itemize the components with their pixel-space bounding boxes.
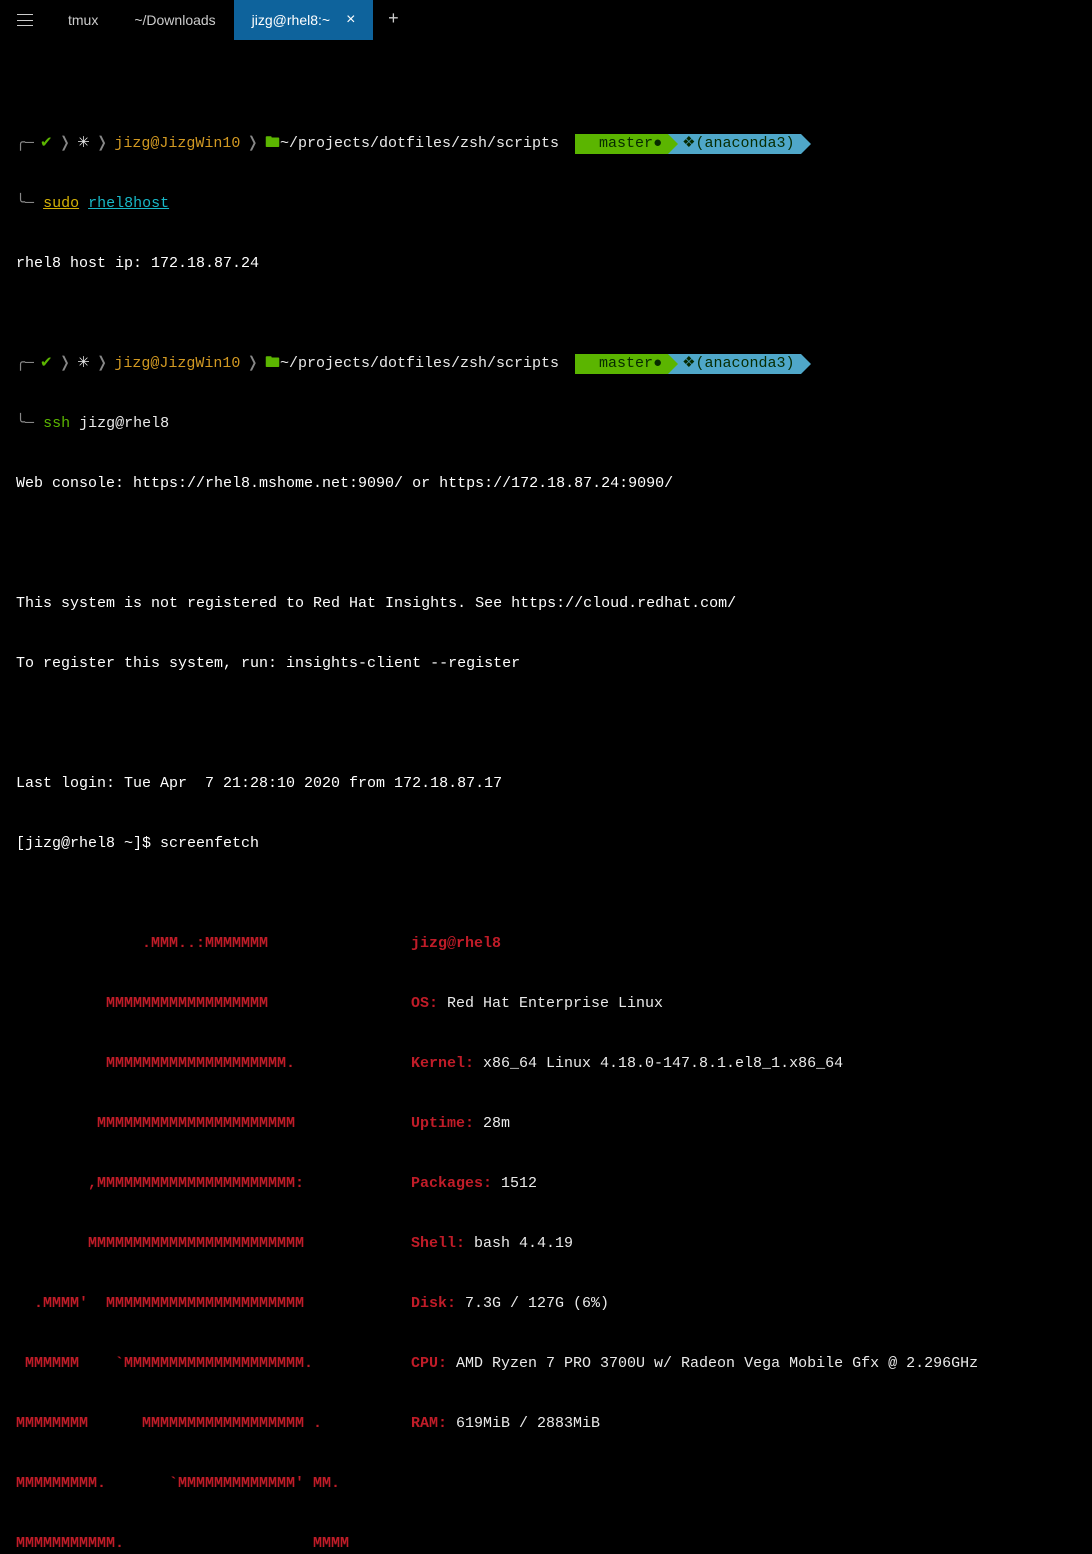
- conda-env: (anaconda3): [696, 354, 795, 374]
- check-icon: ✔: [40, 354, 53, 374]
- ascii-line: MMMMMMMMM. `MMMMMMMMMMMMM' MM.: [16, 1474, 411, 1494]
- sf-val: AMD Ryzen 7 PRO 3700U w/ Radeon Vega Mob…: [456, 1355, 978, 1372]
- sf-row: MMMMMM `MMMMMMMMMMMMMMMMMMMM.CPU: AMD Ry…: [16, 1354, 1076, 1374]
- ascii-line: MMMMMMMMMMM. MMMM: [16, 1534, 411, 1554]
- new-tab-button[interactable]: +: [373, 0, 413, 40]
- check-icon: ✔: [40, 134, 53, 154]
- sf-row: .MMM..:MMMMMMMjizg@rhel8: [16, 934, 1076, 954]
- titlebar: tmux ~/Downloads jizg@rhel8:~ × +: [0, 0, 1092, 40]
- sf-val: bash 4.4.19: [474, 1235, 573, 1252]
- git-status-icon: ●: [653, 134, 662, 154]
- prompt-path: ~/projects/dotfiles/zsh/scripts: [280, 354, 559, 374]
- tab-label: jizg@rhel8:~: [252, 12, 330, 28]
- sf-label: Shell:: [411, 1235, 474, 1252]
- cmd-screenfetch: screenfetch: [160, 835, 259, 852]
- sf-at: @: [447, 935, 456, 952]
- sf-row: MMMMMMMMMMMMMMMMMMMMMMMMShell: bash 4.4.…: [16, 1234, 1076, 1254]
- prompt-user: jizg@JizgWin10: [114, 134, 240, 154]
- sf-label: Packages:: [411, 1175, 501, 1192]
- tab-label: ~/Downloads: [134, 12, 215, 28]
- ascii-line: MMMMMMMMMMMMMMMMMM: [16, 994, 411, 1014]
- git-branch: master: [599, 134, 653, 154]
- segment-arrow: [801, 134, 811, 154]
- sf-row: MMMMMMMMMMMMMMMMMMMMMMUptime: 28m: [16, 1114, 1076, 1134]
- segment-arrow: [668, 354, 678, 374]
- ascii-line: ,MMMMMMMMMMMMMMMMMMMMMM:: [16, 1174, 411, 1194]
- sf-label: RAM:: [411, 1415, 456, 1432]
- segment-arrow: [801, 354, 811, 374]
- close-icon[interactable]: ×: [346, 12, 355, 28]
- git-icon: [581, 354, 599, 374]
- ascii-line: MMMMMM `MMMMMMMMMMMMMMMMMMMM.: [16, 1354, 411, 1374]
- terminal-content[interactable]: ╭─ ✔ ❭ ✳ ❭ jizg@JizgWin10 ❭ 🖿 ~/projects…: [0, 40, 1092, 1554]
- blank-line: [16, 534, 1076, 554]
- sf-row: ,MMMMMMMMMMMMMMMMMMMMMM:Packages: 1512: [16, 1174, 1076, 1194]
- cmd-arg: rhel8host: [88, 195, 169, 212]
- sf-row: MMMMMMMM MMMMMMMMMMMMMMMMMM .RAM: 619MiB…: [16, 1414, 1076, 1434]
- output-line: To register this system, run: insights-c…: [16, 654, 1076, 674]
- tab-downloads[interactable]: ~/Downloads: [116, 0, 233, 40]
- fan-icon: ✳: [77, 134, 90, 154]
- sf-user: jizg: [411, 935, 447, 952]
- sf-val: 28m: [483, 1115, 510, 1132]
- command-line: ╰─ ssh jizg@rhel8: [16, 414, 1076, 434]
- sf-row: .MMMM' MMMMMMMMMMMMMMMMMMMMMMDisk: 7.3G …: [16, 1294, 1076, 1314]
- tab-tmux[interactable]: tmux: [50, 0, 116, 40]
- output-line: Web console: https://rhel8.mshome.net:90…: [16, 474, 1076, 494]
- git-icon: [581, 134, 599, 154]
- sf-label: Disk:: [411, 1295, 465, 1312]
- cmd-arg: jizg@rhel8: [79, 415, 169, 432]
- sf-row: MMMMMMMMMMMMMMMMMMMM.Kernel: x86_64 Linu…: [16, 1054, 1076, 1074]
- cmd-sudo: sudo: [43, 195, 79, 212]
- sf-label: OS:: [411, 995, 447, 1012]
- output-line: Last login: Tue Apr 7 21:28:10 2020 from…: [16, 774, 1076, 794]
- ascii-line: MMMMMMMMMMMMMMMMMMMMMM: [16, 1114, 411, 1134]
- python-icon: ❖: [682, 134, 695, 154]
- ascii-line: MMMMMMMMMMMMMMMMMMMM.: [16, 1054, 411, 1074]
- folder-icon: 🖿: [265, 354, 280, 374]
- prompt-user: jizg@JizgWin10: [114, 354, 240, 374]
- sf-val: 619MiB / 2883MiB: [456, 1415, 600, 1432]
- ascii-line: MMMMMMMMMMMMMMMMMMMMMMMM: [16, 1234, 411, 1254]
- command-line: [jizg@rhel8 ~]$ screenfetch: [16, 834, 1076, 854]
- tab-ssh[interactable]: jizg@rhel8:~ ×: [234, 0, 374, 40]
- prompt-path: ~/projects/dotfiles/zsh/scripts: [280, 134, 559, 154]
- blank-line: [16, 714, 1076, 734]
- sf-row: MMMMMMMMMMMMMMMMMMOS: Red Hat Enterprise…: [16, 994, 1076, 1014]
- sf-val: 7.3G / 127G (6%): [465, 1295, 609, 1312]
- sf-val: 1512: [501, 1175, 537, 1192]
- command-line: ╰─ sudo rhel8host: [16, 194, 1076, 214]
- segment-arrow: [565, 134, 575, 154]
- folder-icon: 🖿: [265, 134, 280, 154]
- sf-val: x86_64 Linux 4.18.0-147.8.1.el8_1.x86_64: [483, 1055, 843, 1072]
- sf-label: Kernel:: [411, 1055, 483, 1072]
- segment-arrow: [565, 354, 575, 374]
- output-line: This system is not registered to Red Hat…: [16, 594, 1076, 614]
- git-branch: master: [599, 354, 653, 374]
- prompt-segment-row: ╭─ ✔ ❭ ✳ ❭ jizg@JizgWin10 ❭ 🖿 ~/projects…: [16, 134, 1076, 154]
- ascii-line: MMMMMMMM MMMMMMMMMMMMMMMMMM .: [16, 1414, 411, 1434]
- cmd-ssh: ssh: [43, 415, 70, 432]
- sf-row: MMMMMMMMM. `MMMMMMMMMMMMM' MM.: [16, 1474, 1076, 1494]
- hamburger-icon: [17, 14, 33, 26]
- output-line: rhel8 host ip: 172.18.87.24: [16, 254, 1076, 274]
- conda-env: (anaconda3): [696, 134, 795, 154]
- ascii-line: .MMMM' MMMMMMMMMMMMMMMMMMMMMM: [16, 1294, 411, 1314]
- sf-val: Red Hat Enterprise Linux: [447, 995, 663, 1012]
- git-status-icon: ●: [653, 354, 662, 374]
- ascii-line: .MMM..:MMMMMMM: [16, 934, 411, 954]
- tab-label: tmux: [68, 12, 98, 28]
- segment-arrow: [668, 134, 678, 154]
- sf-label: CPU:: [411, 1355, 456, 1372]
- fan-icon: ✳: [77, 354, 90, 374]
- shell-prompt: [jizg@rhel8 ~]$: [16, 835, 160, 852]
- plus-icon: +: [388, 10, 399, 30]
- sf-row: MMMMMMMMMMM. MMMM: [16, 1534, 1076, 1554]
- python-icon: ❖: [682, 354, 695, 374]
- sf-host: rhel8: [456, 935, 501, 952]
- menu-button[interactable]: [0, 0, 50, 40]
- prompt-segment-row: ╭─ ✔ ❭ ✳ ❭ jizg@JizgWin10 ❭ 🖿 ~/projects…: [16, 354, 1076, 374]
- sf-label: Uptime:: [411, 1115, 483, 1132]
